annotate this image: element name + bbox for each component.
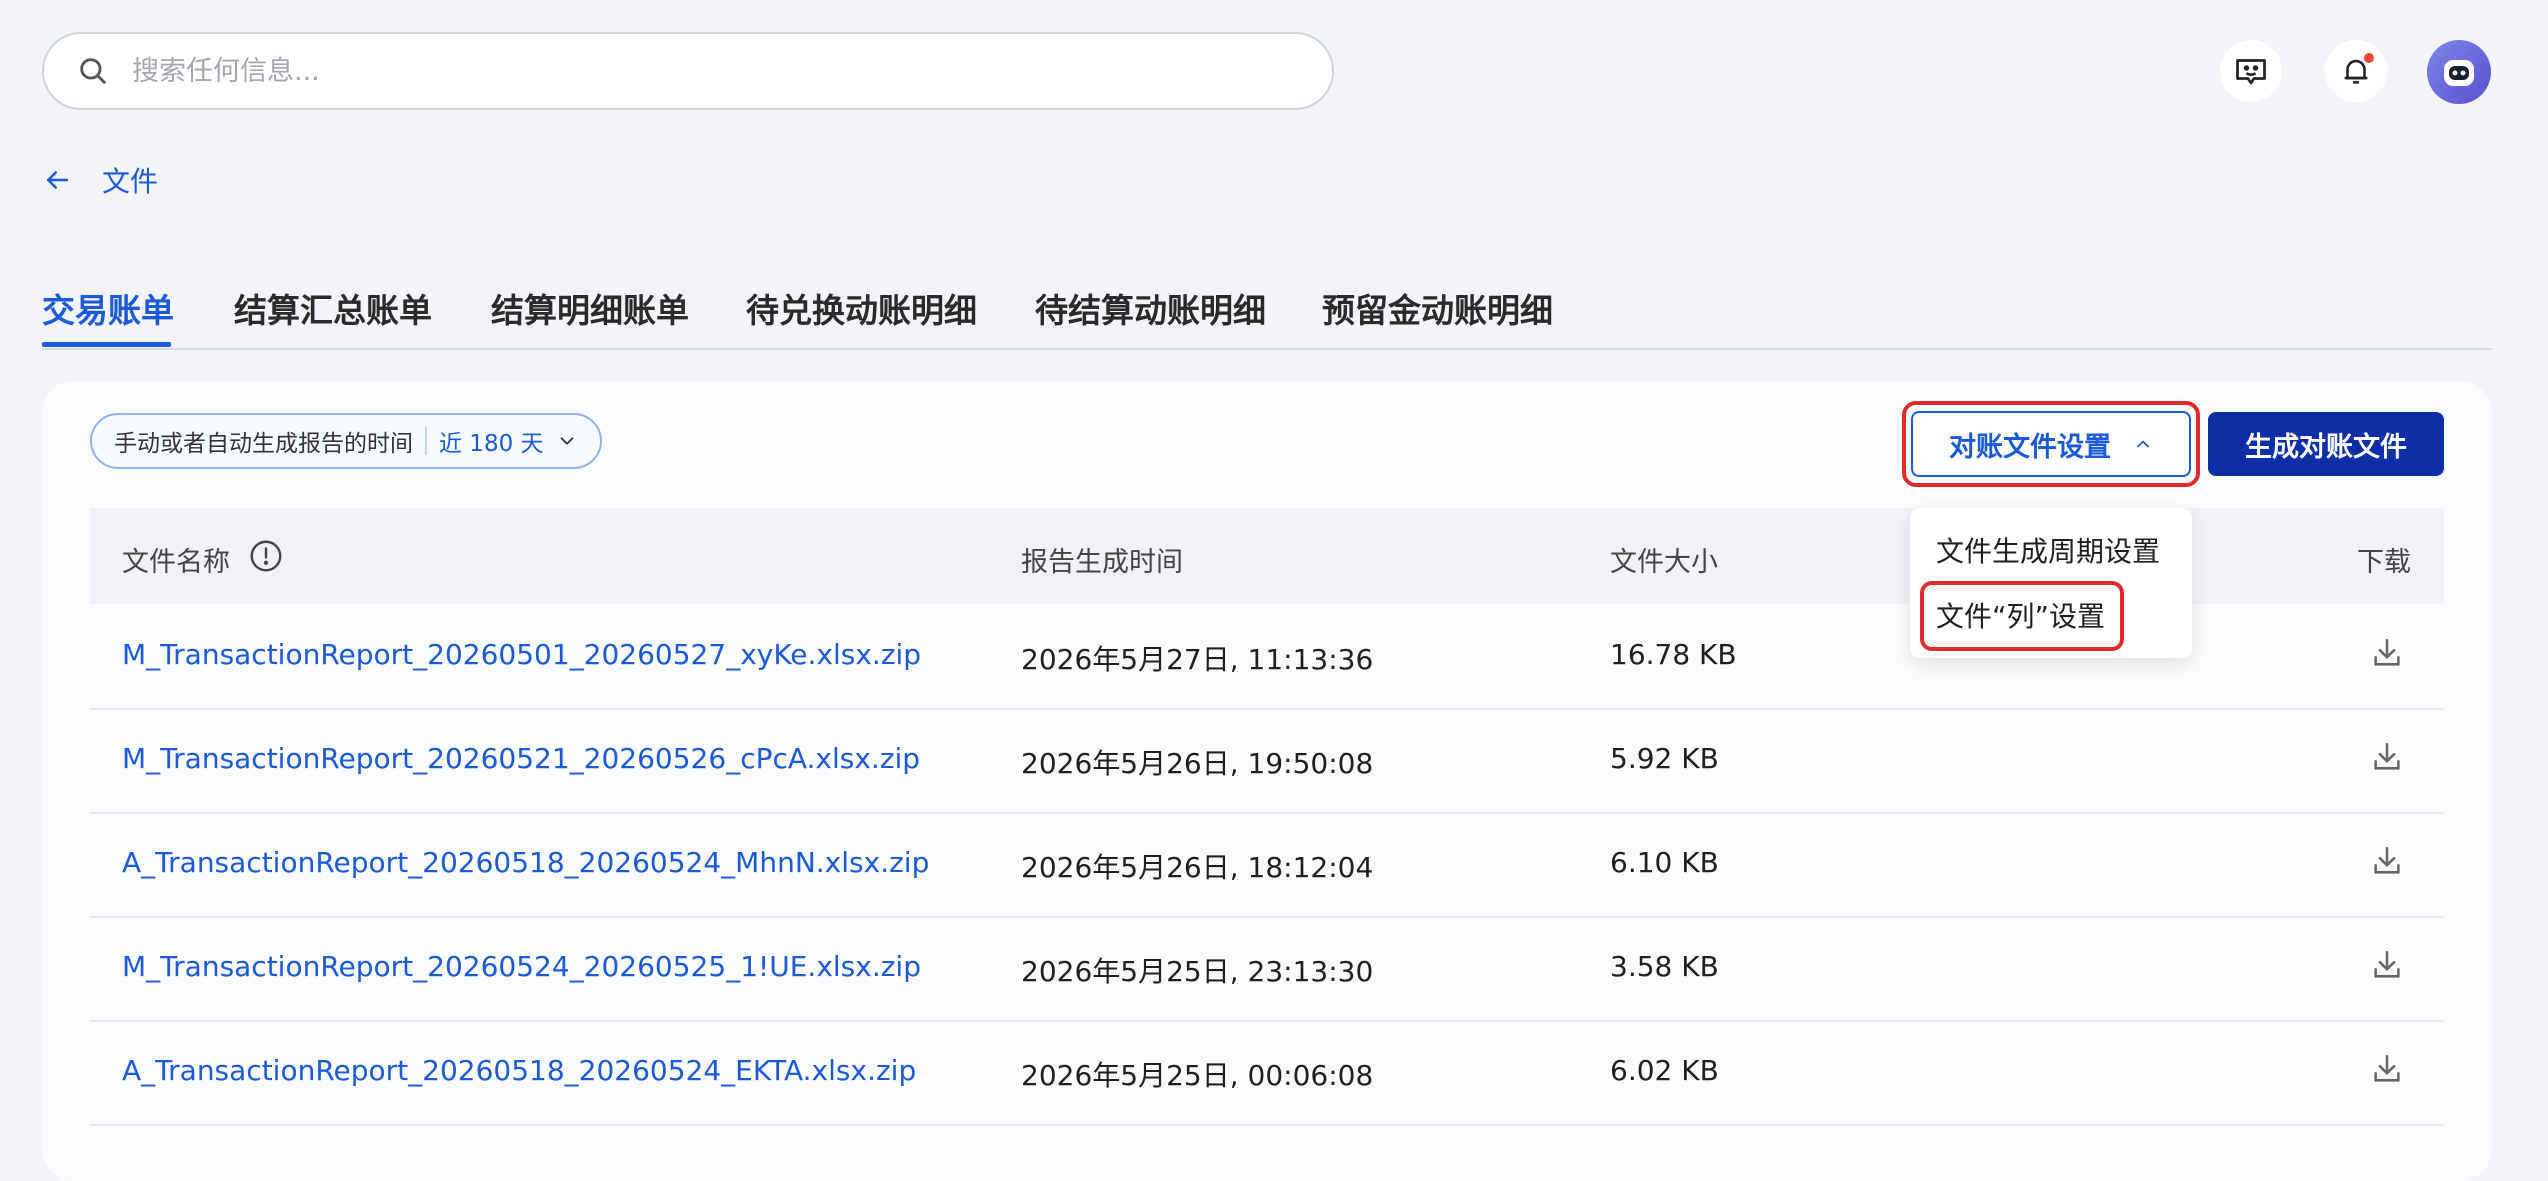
filter-divider: [425, 427, 427, 455]
col-header-size: 文件大小: [1610, 547, 1718, 578]
report-time: 2026年5月27日, 11:13:36: [1021, 643, 1374, 676]
arrow-left-icon: [47, 171, 69, 189]
report-time: 2026年5月26日, 19:50:08: [1021, 747, 1374, 780]
download-icon[interactable]: [2370, 948, 2404, 982]
tab-bar: 交易账单 结算汇总账单 结算明细账单 待兑换动账明细 待结算动账明细 预留金动账…: [42, 270, 2492, 350]
file-size: 3.58 KB: [1610, 950, 1719, 983]
chevron-down-icon: [560, 437, 573, 445]
active-tab-indicator: [42, 342, 171, 347]
file-name-link[interactable]: M_TransactionReport_20260501_20260527_xy…: [122, 638, 921, 671]
tab-pending-settlement[interactable]: 待结算动账明细: [1035, 284, 1266, 332]
chevron-up-icon: [2137, 440, 2149, 448]
report-time: 2026年5月26日, 18:12:04: [1021, 851, 1374, 884]
search-bar[interactable]: [42, 32, 1334, 110]
col-header-name: 文件名称: [122, 547, 230, 578]
search-icon: [80, 58, 106, 84]
avatar[interactable]: [2427, 40, 2491, 104]
report-time: 2026年5月25日, 00:06:08: [1021, 1059, 1374, 1092]
back-link-label: 文件: [102, 165, 159, 198]
col-header-time: 报告生成时间: [1021, 547, 1183, 578]
download-icon[interactable]: [2370, 740, 2404, 774]
file-name-link[interactable]: A_TransactionReport_20260518_20260524_Mh…: [122, 846, 929, 879]
generate-file-button[interactable]: 生成对账文件: [2208, 412, 2444, 476]
col-header-download: 下载: [2357, 547, 2411, 578]
table-row: M_TransactionReport_20260524_20260525_1!…: [90, 916, 2444, 1022]
file-name-link[interactable]: M_TransactionReport_20260521_20260526_cP…: [122, 742, 920, 775]
feedback-button[interactable]: [2220, 40, 2282, 102]
tab-reserve-detail[interactable]: 预留金动账明细: [1322, 284, 1553, 332]
tab-settlement-detail[interactable]: 结算明细账单: [491, 284, 689, 332]
file-size: 6.02 KB: [1610, 1054, 1719, 1087]
filter-value: 近 180 天: [439, 431, 544, 457]
info-icon[interactable]: [248, 538, 284, 574]
notification-dot: [2364, 53, 2374, 63]
download-icon[interactable]: [2370, 1052, 2404, 1086]
feedback-icon: [2236, 59, 2266, 85]
download-icon[interactable]: [2370, 844, 2404, 878]
table-row: A_TransactionReport_20260518_20260524_EK…: [90, 1020, 2444, 1126]
tab-transaction-bill[interactable]: 交易账单: [42, 284, 174, 332]
table-row: M_TransactionReport_20260521_20260526_cP…: [90, 708, 2444, 814]
back-link[interactable]: 文件: [42, 160, 158, 200]
file-name-link[interactable]: A_TransactionReport_20260518_20260524_EK…: [122, 1054, 916, 1087]
tab-settlement-summary[interactable]: 结算汇总账单: [234, 284, 432, 332]
notification-button[interactable]: [2325, 40, 2387, 102]
file-size: 5.92 KB: [1610, 742, 1719, 775]
robot-avatar-icon: [2444, 60, 2474, 86]
file-name-link[interactable]: M_TransactionReport_20260524_20260525_1!…: [122, 950, 921, 983]
search-input[interactable]: [130, 54, 1234, 88]
settings-button-label: 对账文件设置: [1949, 431, 2111, 463]
time-range-filter[interactable]: 手动或者自动生成报告的时间 近 180 天: [90, 413, 602, 469]
file-size: 6.10 KB: [1610, 846, 1719, 879]
column-settings-highlight: [1920, 581, 2124, 651]
download-icon[interactable]: [2370, 636, 2404, 670]
menu-item-cycle-settings[interactable]: 文件生成周期设置: [1936, 530, 2160, 570]
filter-label: 手动或者自动生成报告的时间: [114, 431, 413, 457]
reconciliation-settings-button[interactable]: 对账文件设置: [1911, 411, 2191, 477]
tab-pending-exchange[interactable]: 待兑换动账明细: [746, 284, 977, 332]
file-size: 16.78 KB: [1610, 638, 1737, 671]
table-row: A_TransactionReport_20260518_20260524_Mh…: [90, 812, 2444, 918]
report-time: 2026年5月25日, 23:13:30: [1021, 955, 1374, 988]
